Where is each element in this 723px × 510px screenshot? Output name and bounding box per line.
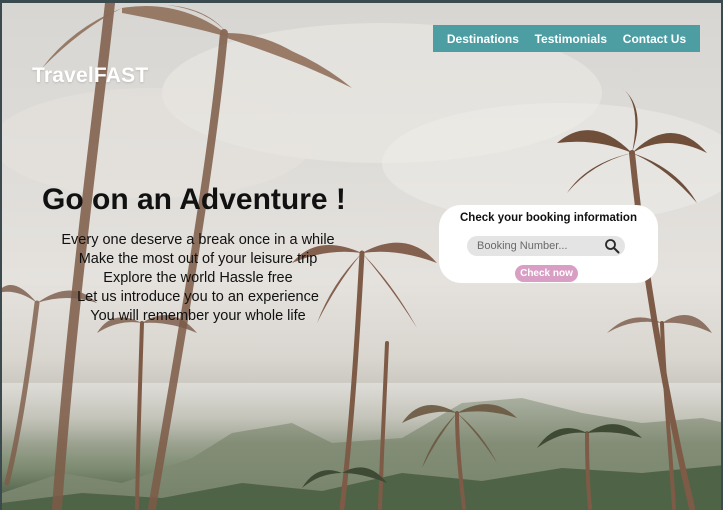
- tagline-line: Explore the world Hassle free: [103, 270, 293, 286]
- search-icon[interactable]: [604, 238, 620, 254]
- hero-headline-prefix: Go on an: [42, 183, 172, 216]
- hero-headline-emphasis: Adventure !: [179, 183, 346, 216]
- booking-number-input[interactable]: [467, 236, 625, 256]
- hero-tagline: Every one deserve a break once in a whil…: [42, 231, 354, 326]
- top-nav: Destinations Testimonials Contact Us: [433, 25, 700, 52]
- tagline-line: Make the most out of your leisure trip: [78, 251, 318, 267]
- booking-card-title: Check your booking information: [460, 212, 637, 224]
- nav-destinations-link[interactable]: Destinations: [447, 32, 519, 46]
- page: TravelFAST Destinations Testimonials Con…: [0, 0, 723, 510]
- tagline-line: Let us introduce you to an experience: [77, 289, 319, 305]
- nav-contact-us-link[interactable]: Contact Us: [623, 32, 686, 46]
- nav-testimonials-link[interactable]: Testimonials: [535, 32, 607, 46]
- check-now-button[interactable]: Check now: [515, 265, 578, 282]
- tagline-line: You will remember your whole life: [90, 308, 306, 324]
- tagline-line: Every one deserve a break once in a whil…: [61, 232, 335, 248]
- hero-headline: Go on an Adventure !: [42, 183, 346, 217]
- booking-check-card: Check your booking information Check now: [439, 205, 658, 283]
- brand-logo[interactable]: TravelFAST: [32, 64, 148, 88]
